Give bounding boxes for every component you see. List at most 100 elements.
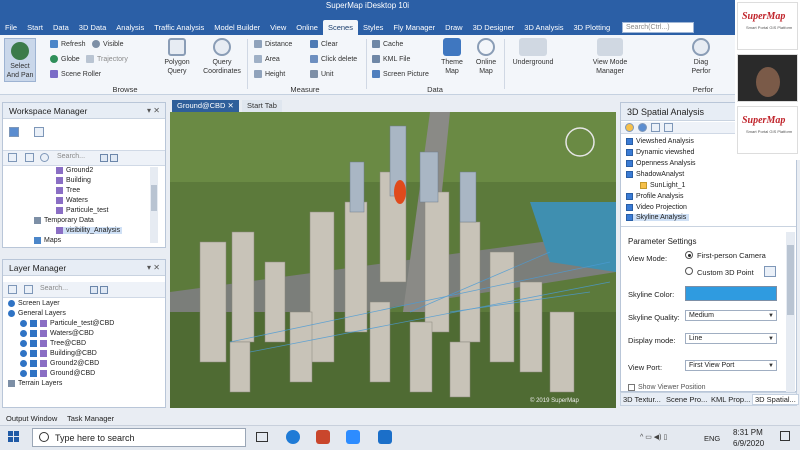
analysis-profile[interactable]: Profile Analysis — [626, 193, 683, 200]
layer-tree[interactable]: Tree@CBD — [20, 340, 86, 347]
params-scroll-thumb[interactable] — [787, 245, 794, 315]
layer-up-button[interactable] — [90, 286, 98, 294]
checkbox[interactable] — [626, 160, 633, 167]
pin-close-icon[interactable]: ▾ ✕ — [147, 103, 160, 119]
unit-button[interactable]: Unit — [310, 69, 333, 79]
tab-task-manager[interactable]: Task Manager — [67, 414, 114, 423]
save-icon[interactable] — [25, 153, 34, 162]
visible-button[interactable]: Visible — [92, 39, 124, 49]
refresh-button[interactable]: Refresh — [50, 39, 86, 49]
tab-start[interactable]: Start Tab — [242, 100, 282, 112]
scene-roller-button[interactable]: Scene Roller — [50, 69, 101, 79]
theme-map-button[interactable]: Theme Map — [436, 38, 468, 76]
collapse-down-button[interactable] — [110, 154, 118, 162]
show-viewer-position[interactable]: Show Viewer Position — [628, 384, 706, 391]
collapse-up-button[interactable] — [100, 154, 108, 162]
edge-icon[interactable] — [286, 430, 300, 444]
tray-icons[interactable]: ^ ▭ ◀) ▯ — [640, 433, 667, 441]
analysis-video-projection[interactable]: Video Projection — [626, 204, 687, 211]
query-coordinates-button[interactable]: Query Coordinates — [200, 38, 244, 76]
custom-point-radio[interactable] — [685, 267, 693, 275]
checkbox[interactable] — [626, 214, 633, 221]
analysis-shadow[interactable]: ShadowAnalyst — [626, 171, 684, 178]
layer-tool-icon[interactable] — [8, 285, 17, 294]
supermap-app-icon[interactable] — [378, 430, 392, 444]
menu-analysis[interactable]: Analysis — [111, 20, 149, 35]
tree-item-maps[interactable]: Maps — [34, 237, 61, 244]
menu-traffic-analysis[interactable]: Traffic Analysis — [149, 20, 209, 35]
clear-button[interactable]: Clear — [310, 39, 338, 49]
tab-output-window[interactable]: Output Window — [6, 414, 57, 423]
skyline-color-picker[interactable] — [685, 286, 777, 301]
menu-view[interactable]: View — [265, 20, 291, 35]
tree-item-visibility-analysis[interactable]: visibility_Analysis — [56, 227, 123, 234]
analysis-dynamic-viewshed[interactable]: Dynamic viewshed — [626, 149, 694, 156]
click-delete-button[interactable]: Click delete — [310, 54, 357, 64]
tree-item-ground2[interactable]: Ground2 — [56, 167, 93, 174]
refresh-analysis-icon[interactable] — [638, 123, 647, 132]
globe-button[interactable]: Globe — [50, 54, 80, 64]
view-port-select[interactable]: First View Port ▼ — [685, 360, 777, 371]
export-analysis-icon[interactable] — [664, 123, 673, 132]
underground-button[interactable]: Underground — [508, 38, 558, 67]
menu-file[interactable]: File — [0, 20, 22, 35]
kml-file-button[interactable]: KML File — [372, 54, 410, 64]
area-button[interactable]: Area — [254, 54, 280, 64]
height-button[interactable]: Height — [254, 69, 285, 79]
menu-draw[interactable]: Draw — [440, 20, 468, 35]
first-person-radio[interactable] — [685, 251, 693, 259]
tab-kml-properties[interactable]: KML Prop... — [711, 395, 750, 404]
view-mode-manager-button[interactable]: View Mode Manager — [586, 38, 634, 76]
layer-ground2[interactable]: Ground2@CBD — [20, 360, 99, 367]
analysis-skyline[interactable]: Skyline Analysis — [626, 214, 690, 221]
taskbar-time[interactable]: 8:31 PM — [733, 428, 763, 437]
distance-button[interactable]: Distance — [254, 39, 292, 49]
layer-terrain[interactable]: Terrain Layers — [8, 380, 62, 387]
tree-item-particule[interactable]: Particule_test — [56, 207, 108, 214]
tree-item-building[interactable]: Building — [56, 177, 91, 184]
skyline-quality-select[interactable]: Medium ▼ — [685, 310, 777, 321]
3d-scene-view[interactable]: © 2019 SuperMap — [170, 112, 616, 408]
tab-3d-spatial[interactable]: 3D Spatial... — [752, 394, 799, 405]
online-map-button[interactable]: Online Map — [470, 38, 502, 76]
filter-icon[interactable] — [8, 153, 17, 162]
workspace-scroll-thumb[interactable] — [151, 185, 157, 211]
workspace-search-input[interactable]: Search... — [57, 153, 97, 163]
layer-particule[interactable]: Particule_test@CBD — [20, 320, 114, 327]
menu-data[interactable]: Data — [48, 20, 74, 35]
map-icon[interactable] — [34, 127, 44, 137]
layer-ground[interactable]: Ground@CBD — [20, 370, 95, 377]
checkbox[interactable] — [626, 171, 633, 178]
refresh-ws-icon[interactable] — [40, 153, 49, 162]
trajectory-button[interactable]: Trajectory — [86, 54, 128, 64]
menu-scenes[interactable]: Scenes — [322, 20, 358, 35]
run-icon[interactable] — [625, 123, 634, 132]
analysis-openness[interactable]: Openness Analysis — [626, 160, 696, 167]
checkbox[interactable] — [626, 204, 633, 211]
layer-building[interactable]: Building@CBD — [20, 350, 97, 357]
layer-search-input[interactable]: Search... — [40, 285, 80, 295]
layer-waters[interactable]: Waters@CBD — [20, 330, 94, 337]
menu-start[interactable]: Start — [22, 20, 48, 35]
menu-3d-analysis[interactable]: 3D Analysis — [519, 20, 568, 35]
pin-close-icon[interactable]: ▾ ✕ — [147, 260, 160, 276]
menu-search-input[interactable]: Search(Ctrl...) — [622, 22, 694, 33]
menu-3d-data[interactable]: 3D Data — [74, 20, 112, 35]
tab-3d-texture[interactable]: 3D Textur... — [623, 395, 661, 404]
tab-ground-cbd[interactable]: Ground@CBD ✕ — [172, 100, 239, 112]
display-mode-select[interactable]: Line ▼ — [685, 333, 777, 344]
menu-fly-manager[interactable]: Fly Manager — [388, 20, 440, 35]
task-view-icon[interactable] — [256, 432, 268, 442]
layer-general[interactable]: General Layers — [8, 310, 66, 317]
tree-item-tree[interactable]: Tree — [56, 187, 80, 194]
zoom-icon[interactable] — [346, 430, 360, 444]
polygon-query-button[interactable]: Polygon Query — [160, 38, 194, 76]
layer-down-button[interactable] — [100, 286, 108, 294]
notification-icon[interactable] — [780, 431, 790, 441]
powerpoint-icon[interactable] — [316, 430, 330, 444]
checkbox[interactable] — [626, 193, 633, 200]
menu-3d-plotting[interactable]: 3D Plotting — [568, 20, 615, 35]
checkbox[interactable] — [626, 149, 633, 156]
taskbar-date[interactable]: 6/9/2020 — [733, 439, 764, 448]
pick-point-icon[interactable] — [764, 266, 776, 277]
